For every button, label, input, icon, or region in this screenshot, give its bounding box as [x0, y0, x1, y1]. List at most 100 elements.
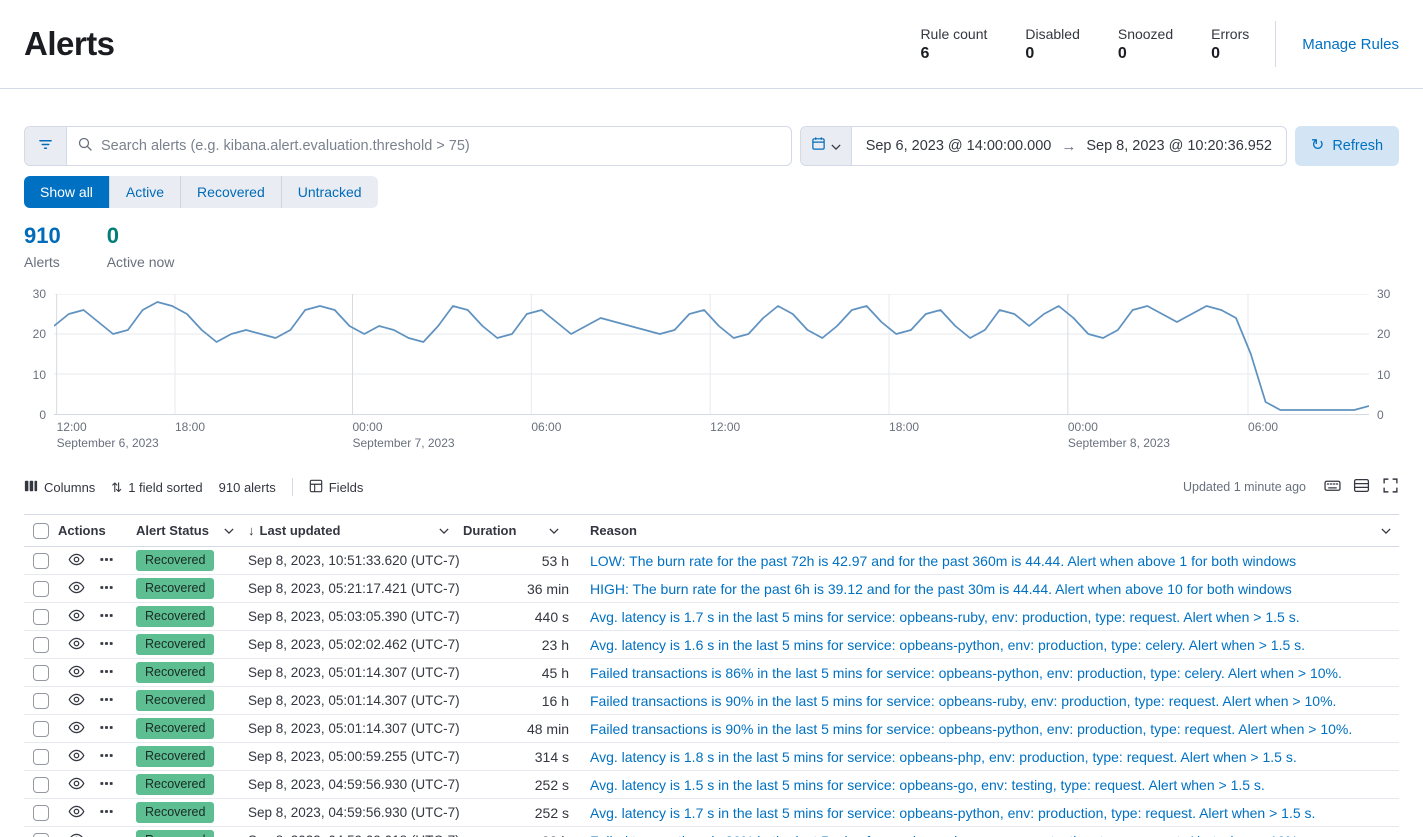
row-checkbox[interactable]: [33, 833, 49, 837]
view-alert-button[interactable]: [68, 663, 85, 683]
row-actions-button[interactable]: [99, 580, 114, 598]
row-actions-button[interactable]: [99, 552, 114, 570]
row-actions-button[interactable]: [99, 776, 114, 794]
row-checkbox[interactable]: [33, 637, 49, 653]
col-duration[interactable]: Duration: [463, 523, 573, 538]
row-checkbox[interactable]: [33, 777, 49, 793]
reason-link[interactable]: Failed transactions is 90% in the last 5…: [590, 721, 1373, 737]
density-icon: [1353, 477, 1370, 497]
reason-link[interactable]: Avg. latency is 1.7 s in the last 5 mins…: [590, 609, 1373, 625]
reason-link[interactable]: Avg. latency is 1.5 s in the last 5 mins…: [590, 777, 1373, 793]
row-checkbox[interactable]: [33, 721, 49, 737]
date-start[interactable]: Sep 6, 2023 @ 14:00:00.000: [866, 138, 1052, 154]
last-updated-cell: Sep 8, 2023, 10:51:33.620 (UTC-7): [248, 553, 463, 568]
keyboard-shortcuts-button[interactable]: [1324, 477, 1341, 497]
view-alert-button[interactable]: [68, 803, 85, 823]
select-all-checkbox[interactable]: [33, 523, 49, 539]
sorted-label: 1 field sorted: [128, 480, 202, 495]
row-actions-button[interactable]: [99, 608, 114, 626]
columns-button[interactable]: Columns: [24, 479, 95, 496]
search-row: Sep 6, 2023 @ 14:00:00.000 → Sep 8, 2023…: [24, 126, 1399, 166]
row-checkbox[interactable]: [33, 665, 49, 681]
grid-options-button[interactable]: [1373, 528, 1399, 534]
date-end[interactable]: Sep 8, 2023 @ 10:20:36.952: [1086, 138, 1272, 154]
table-row: Recovered Sep 8, 2023, 05:01:14.307 (UTC…: [24, 687, 1399, 715]
row-actions-button[interactable]: [99, 832, 114, 837]
duration-cell: 48 min: [463, 721, 573, 737]
row-actions-button[interactable]: [99, 636, 114, 654]
display-options-button[interactable]: [1353, 477, 1370, 497]
row-actions-button[interactable]: [99, 748, 114, 766]
sort-fields-button[interactable]: ⇅ 1 field sorted: [111, 480, 202, 495]
row-checkbox[interactable]: [33, 749, 49, 765]
reason-link[interactable]: HIGH: The burn rate for the past 6h is 3…: [590, 581, 1373, 597]
refresh-label: Refresh: [1332, 138, 1383, 154]
duration-cell: 53 h: [463, 553, 573, 569]
status-badge: Recovered: [136, 802, 214, 823]
filter-button[interactable]: [25, 127, 67, 165]
row-checkbox[interactable]: [33, 581, 49, 597]
col-last-updated[interactable]: ↓ Last updated: [248, 523, 463, 538]
view-alert-button[interactable]: [68, 831, 85, 837]
reason-link[interactable]: Failed transactions is 90% in the last 5…: [590, 693, 1373, 709]
reason-link[interactable]: Failed transactions is 80% in the last 5…: [590, 833, 1373, 837]
columns-icon: [24, 479, 38, 496]
alerts-chart-svg: [54, 294, 1369, 414]
view-alert-button[interactable]: [68, 719, 85, 739]
row-checkbox[interactable]: [33, 693, 49, 709]
row-actions-button[interactable]: [99, 804, 114, 822]
date-picker-toggle[interactable]: [801, 127, 852, 165]
search-input[interactable]: [101, 138, 781, 154]
view-alert-button[interactable]: [68, 551, 85, 571]
row-actions-button[interactable]: [99, 720, 114, 738]
col-alert-status-label: Alert Status: [136, 523, 209, 538]
tab-show-all[interactable]: Show all: [24, 176, 109, 208]
status-badge: Recovered: [136, 634, 214, 655]
row-checkbox[interactable]: [33, 553, 49, 569]
stat-value: 0: [1211, 45, 1249, 63]
tab-untracked[interactable]: Untracked: [281, 176, 378, 208]
reason-link[interactable]: Failed transactions is 86% in the last 5…: [590, 665, 1373, 681]
reason-link[interactable]: Avg. latency is 1.8 s in the last 5 mins…: [590, 749, 1373, 765]
view-alert-button[interactable]: [68, 775, 85, 795]
chevron-down-icon: [831, 137, 841, 155]
stat-label: Snoozed: [1118, 26, 1173, 42]
view-alert-button[interactable]: [68, 579, 85, 599]
alerts-total-label: 910 alerts: [219, 480, 276, 495]
eye-icon: [68, 607, 85, 627]
reason-link[interactable]: Avg. latency is 1.7 s in the last 5 mins…: [590, 805, 1373, 821]
last-updated-cell: Sep 8, 2023, 04:59:56.930 (UTC-7): [248, 805, 463, 820]
manage-rules-link[interactable]: Manage Rules: [1302, 36, 1399, 53]
fields-button[interactable]: Fields: [309, 479, 364, 496]
table-toolbar: Columns ⇅ 1 field sorted 910 alerts Fiel…: [24, 474, 1399, 500]
view-alert-button[interactable]: [68, 635, 85, 655]
stat-value: 0: [1118, 45, 1173, 63]
refresh-button[interactable]: ↻ Refresh: [1295, 126, 1399, 166]
tab-active[interactable]: Active: [109, 176, 180, 208]
col-alert-status[interactable]: Alert Status: [136, 523, 248, 538]
date-range-picker: Sep 6, 2023 @ 14:00:00.000 → Sep 8, 2023…: [800, 126, 1287, 166]
view-alert-button[interactable]: [68, 607, 85, 627]
last-updated-cell: Sep 8, 2023, 05:00:59.255 (UTC-7): [248, 749, 463, 764]
view-alert-button[interactable]: [68, 747, 85, 767]
fields-label: Fields: [329, 480, 364, 495]
duration-cell: 45 h: [463, 665, 573, 681]
reason-link[interactable]: LOW: The burn rate for the past 72h is 4…: [590, 553, 1373, 569]
row-actions-button[interactable]: [99, 692, 114, 710]
duration-cell: 36 min: [463, 581, 573, 597]
active-count-label: Active now: [107, 254, 175, 270]
view-alert-button[interactable]: [68, 691, 85, 711]
fullscreen-button[interactable]: [1382, 477, 1399, 497]
tab-recovered[interactable]: Recovered: [180, 176, 281, 208]
duration-cell: 252 s: [463, 777, 573, 793]
row-checkbox[interactable]: [33, 805, 49, 821]
table-row: Recovered Sep 8, 2023, 10:51:33.620 (UTC…: [24, 547, 1399, 575]
row-checkbox[interactable]: [33, 609, 49, 625]
filter-icon: [38, 137, 53, 155]
duration-cell: 16 h: [463, 693, 573, 709]
reason-link[interactable]: Avg. latency is 1.6 s in the last 5 mins…: [590, 637, 1373, 653]
updated-timestamp: Updated 1 minute ago: [1183, 480, 1306, 494]
toolbar-divider: [292, 478, 293, 496]
columns-label: Columns: [44, 480, 95, 495]
row-actions-button[interactable]: [99, 664, 114, 682]
